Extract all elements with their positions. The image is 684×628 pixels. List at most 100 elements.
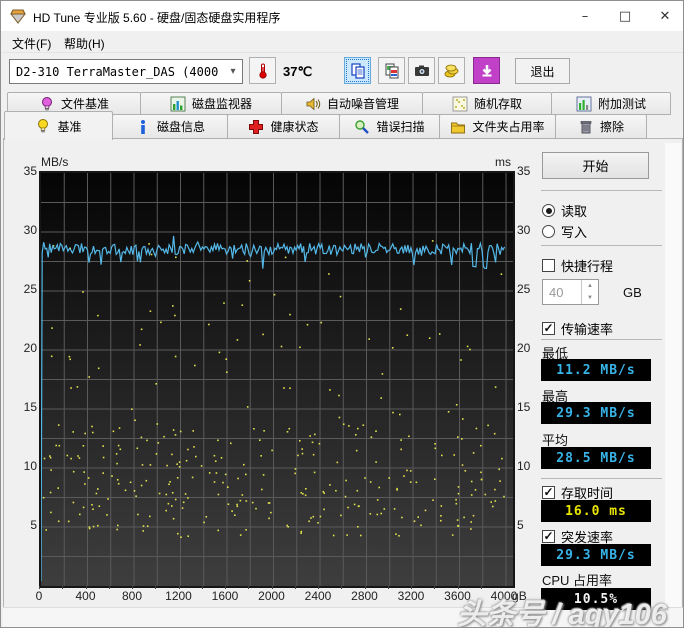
close-button[interactable]: ✕ [645,1,683,31]
ytick-label: 35 [23,164,37,178]
x-tick-mark [85,586,87,589]
tab-label: 文件夹占用率 [472,120,545,134]
tab-disk-info[interactable]: 磁盘信息 [112,114,228,139]
download-arrow-icon [482,64,491,76]
checkbox-checked-icon: ✓ [542,529,555,543]
menubar: 文件(F) 帮助(H) [1,31,683,53]
tab-label: 健康状态 [270,120,319,134]
shortstroke-size-spinner[interactable]: 40 ▲ ▼ [542,279,599,305]
tab-aam[interactable]: 自动噪音管理 [281,92,423,115]
copy-image-button[interactable] [378,57,405,84]
copy-text-button[interactable] [344,57,371,84]
maximize-button[interactable]: □ [605,1,645,31]
tab-folder-usage[interactable]: 文件夹占用率 [439,114,556,139]
menu-file[interactable]: 文件(F) [7,34,56,53]
transfer-rate-checkbox[interactable]: ✓ 传输速率 [542,319,613,338]
pane-right-strip [665,143,681,621]
separator [541,245,662,246]
x-tick-mark [318,586,319,589]
transfer-rate-label: 传输速率 [561,322,614,337]
read-radio[interactable]: 读取 [542,201,587,220]
write-label: 写入 [561,225,588,240]
max-speed-display: 29.3 MB/s [541,402,651,424]
xtick-label: 2400 [304,589,332,603]
tab-label: 随机存取 [473,97,522,111]
xtick-label: 1600 [211,589,239,603]
start-label: 开始 [582,159,609,174]
menu-help[interactable]: 帮助(H) [59,34,110,53]
x-tick-mark [271,586,273,589]
titlebar: HD Tune 专业版 5.60 - 硬盘/固态硬盘实用程序 – □ ✕ [1,1,683,31]
x-tick-mark [132,586,133,589]
xtick-label: 800 [121,589,143,603]
chart-grid-icon [576,96,592,111]
radio-selected-icon [542,204,555,217]
screenshot-button[interactable] [408,57,435,84]
x-tick-mark [434,586,436,589]
x-tick-mark [480,586,482,589]
cpu-usage-label: CPU 占用率 [542,573,613,588]
xtick-label: 3200 [397,589,425,603]
burst-rate-display: 29.3 MB/s [541,544,651,566]
drive-select-value: D2-310 TerraMaster_DAS (4000 gB) [16,64,224,79]
xtick-label: 0 [35,589,43,603]
write-radio[interactable]: 写入 [542,222,587,241]
trash-icon [580,120,592,133]
tab-health[interactable]: 健康状态 [227,114,340,139]
speaker-icon [306,97,321,110]
radio-unselected-icon [542,225,555,238]
drive-select-combobox[interactable]: D2-310 TerraMaster_DAS (4000 gB) ▾ [9,59,243,84]
separator [541,190,662,191]
tab-error-scan[interactable]: 错误扫描 [339,114,440,139]
ytick-label: 20 [517,341,531,355]
minimize-button[interactable]: – [565,1,605,31]
folder-icon [451,122,466,133]
thermometer-icon [258,63,267,79]
start-button[interactable]: 开始 [542,152,649,179]
separator [541,339,662,340]
tab-benchmark[interactable]: 基准 [4,111,113,140]
checkbox-unchecked-icon [542,259,555,272]
x-tick-mark [155,586,157,589]
toolbar: D2-310 TerraMaster_DAS (4000 gB) ▾ 37℃ [1,53,683,91]
watermark-text: 头条号 / aqy106 [457,599,667,628]
spinner-arrows[interactable]: ▲ ▼ [581,280,598,304]
temperature-button[interactable] [249,57,276,84]
app-icon [10,9,26,24]
ytick-label: 20 [23,341,37,355]
app-window: HD Tune 专业版 5.60 - 硬盘/固态硬盘实用程序 – □ ✕ 文件(… [0,0,684,628]
ytick-label: 15 [23,400,37,414]
tab-random-access[interactable]: 随机存取 [422,92,552,115]
temperature-value: 37℃ [283,64,313,79]
ytick-label: 30 [517,223,531,237]
min-speed-display: 11.2 MB/s [541,359,651,381]
x-tick-mark [201,586,203,589]
tab-erase[interactable]: 擦除 [555,114,647,139]
x-tick-mark [387,586,389,589]
x-tick-mark [248,586,250,589]
right-axis-unit: ms [495,155,511,169]
x-tick-mark [39,586,40,589]
tab-extra-tests[interactable]: 附加测试 [551,92,671,115]
shortstroke-checkbox[interactable]: 快捷行程 [542,256,613,275]
tab-label: 擦除 [599,120,624,134]
register-button[interactable] [438,57,465,84]
camera-icon [414,65,429,76]
bar-chart-icon [170,96,186,111]
access-time-display: 16.0 ms [541,500,651,522]
ytick-label: 10 [23,459,37,473]
info-icon [140,119,145,134]
tab-label: 错误扫描 [376,120,425,134]
exit-button[interactable]: 退出 [515,58,570,84]
tab-disk-monitor[interactable]: 磁盘监视器 [140,92,282,115]
benchmark-plot [39,171,515,588]
copy-image-icon [385,63,398,78]
tab-row-primary: 基准 磁盘信息 健康状态 错误扫描 文件夹占用率 擦除 [4,111,647,140]
checkbox-checked-icon: ✓ [542,321,555,335]
x-tick-mark [364,586,366,589]
shortstroke-size-value: 40 [549,284,564,300]
scatter-icon [452,96,468,111]
x-tick-mark [225,586,226,589]
x-tick-mark [294,586,296,589]
download-button[interactable] [473,57,500,84]
